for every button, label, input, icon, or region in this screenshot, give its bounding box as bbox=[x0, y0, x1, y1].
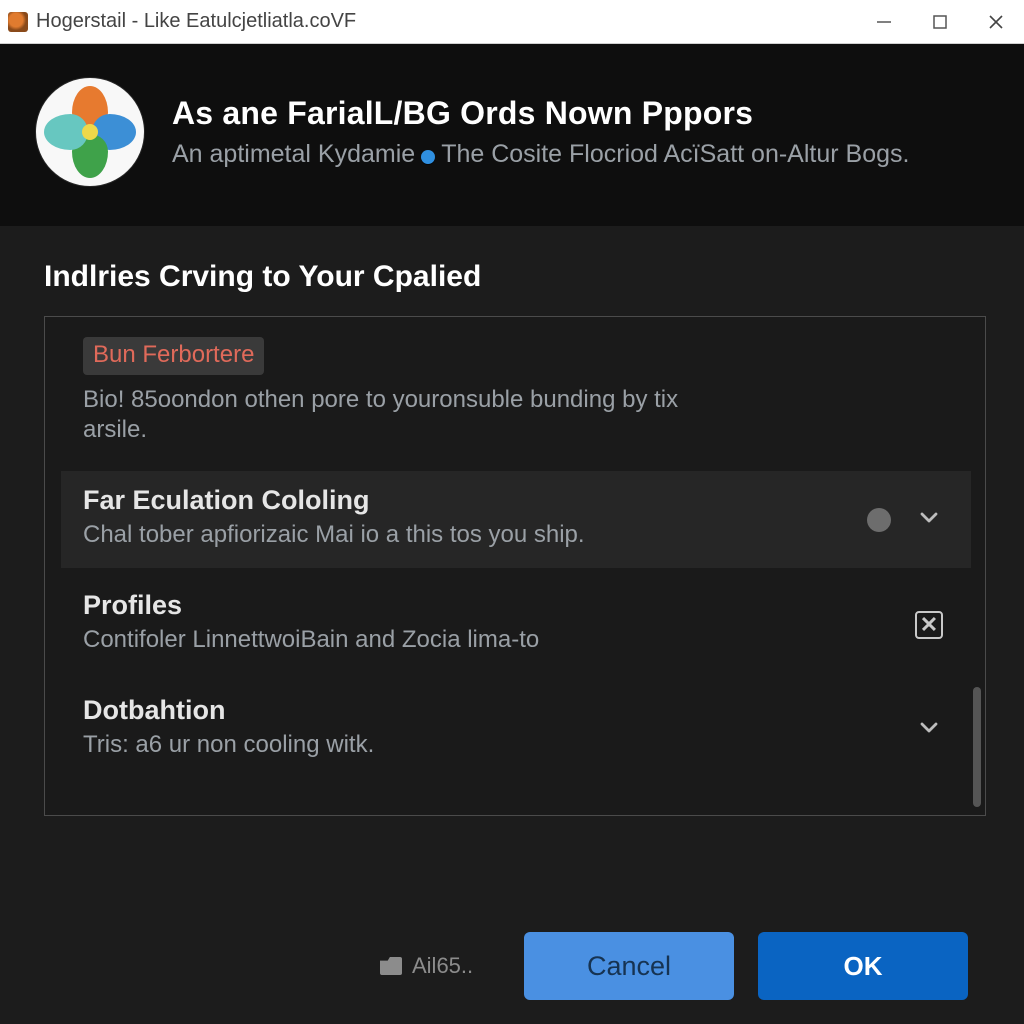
scrollbar-thumb[interactable] bbox=[973, 687, 981, 807]
scrollbar[interactable] bbox=[969, 317, 981, 815]
item-description: Tris: a6 ur non cooling witk. bbox=[83, 730, 723, 760]
dialog-subtitle: An aptimetal Kydamie The Cosite Flocriod… bbox=[172, 140, 909, 169]
footer-hint: Ail65.. bbox=[380, 953, 473, 979]
section-heading: Indlries Crving to Your Cpalied bbox=[0, 226, 1024, 316]
info-dot-icon bbox=[421, 150, 435, 164]
dialog-title: As ane FarialL/BG Ords Nown Pppors bbox=[172, 95, 909, 132]
footer-hint-text: Ail65.. bbox=[412, 953, 473, 979]
cancel-button-label: Cancel bbox=[587, 951, 671, 982]
ok-button[interactable]: OK bbox=[758, 932, 968, 1000]
window-controls bbox=[856, 0, 1024, 43]
item-title: Profiles bbox=[83, 590, 901, 621]
dialog-body: As ane FarialL/BG Ords Nown Pppors An ap… bbox=[0, 44, 1024, 1024]
maximize-button[interactable] bbox=[912, 0, 968, 43]
options-list: Bun Ferbortere Bio! 85oondon othen pore … bbox=[44, 316, 986, 816]
app-logo bbox=[36, 78, 144, 186]
folder-icon bbox=[380, 957, 402, 975]
status-dot-icon bbox=[867, 508, 891, 532]
item-pill: Bun Ferbortere bbox=[83, 337, 264, 375]
window-titlebar: Hogerstail - Like Eatulcjetliatla.coVF bbox=[0, 0, 1024, 44]
item-title: Far Eculation Cololing bbox=[83, 485, 901, 516]
chevron-down-icon[interactable] bbox=[915, 713, 943, 746]
dialog-subtitle-left: An aptimetal Kydamie bbox=[172, 140, 415, 169]
app-icon bbox=[8, 12, 28, 32]
dialog-subtitle-right: The Cosite Flocriod AcïSatt on-Altur Bog… bbox=[441, 140, 909, 169]
dialog-header: As ane FarialL/BG Ords Nown Pppors An ap… bbox=[0, 44, 1024, 226]
item-description: Chal tober apfiorizaic Mai io a this tos… bbox=[83, 520, 723, 550]
item-description: Contifoler LinnettwoiBain and Zocia lima… bbox=[83, 625, 723, 655]
window-title: Hogerstail - Like Eatulcjetliatla.coVF bbox=[36, 10, 356, 33]
cancel-button[interactable]: Cancel bbox=[524, 932, 734, 1000]
ok-button-label: OK bbox=[844, 951, 883, 982]
list-item[interactable]: Bun Ferbortere Bio! 85oondon othen pore … bbox=[61, 323, 971, 463]
remove-icon[interactable]: ✕ bbox=[915, 611, 943, 639]
item-title: Dotbahtion bbox=[83, 695, 901, 726]
list-item[interactable]: Profiles Contifoler LinnettwoiBain and Z… bbox=[61, 576, 971, 673]
minimize-button[interactable] bbox=[856, 0, 912, 43]
close-button[interactable] bbox=[968, 0, 1024, 43]
dialog-footer: Ail65.. Cancel OK bbox=[0, 932, 1024, 1000]
list-item[interactable]: Dotbahtion Tris: a6 ur non cooling witk. bbox=[61, 681, 971, 778]
chevron-down-icon[interactable] bbox=[915, 503, 943, 536]
item-description: Bio! 85oondon othen pore to youronsuble … bbox=[83, 385, 723, 445]
list-item[interactable]: Far Eculation Cololing Chal tober apfior… bbox=[61, 471, 971, 568]
